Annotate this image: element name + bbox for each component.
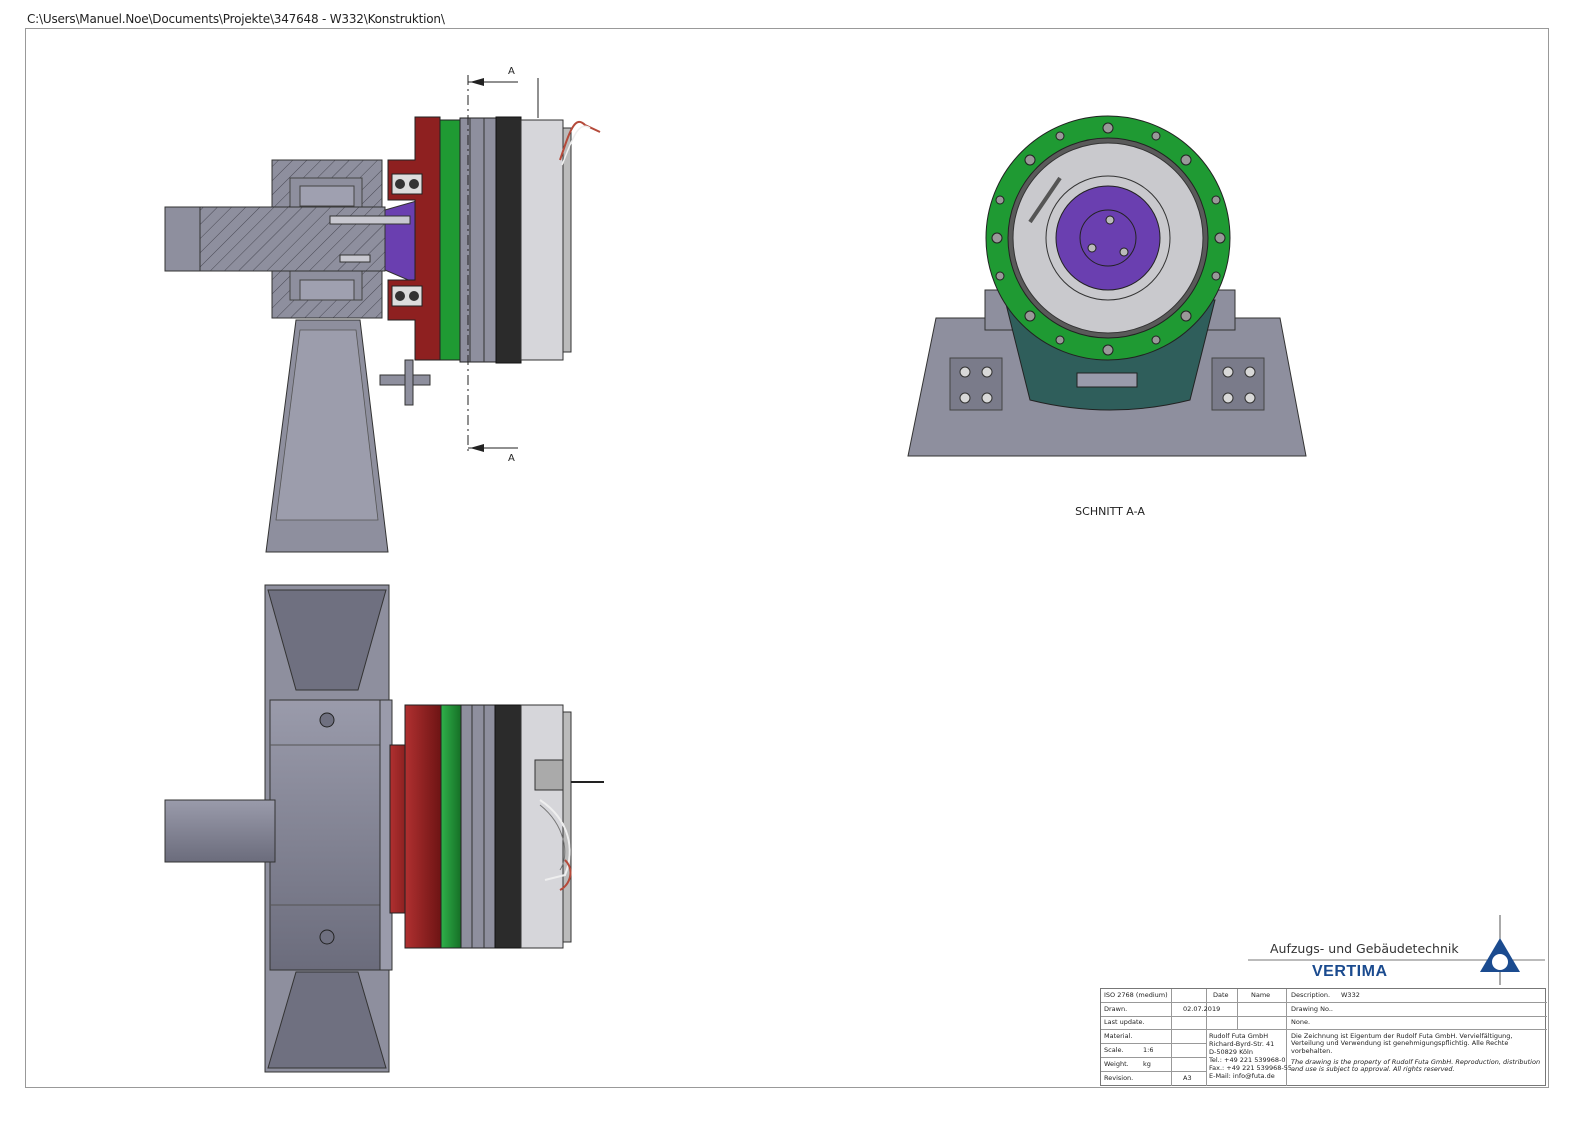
date-header: Date [1213,992,1229,999]
scale-label: Scale. [1104,1047,1124,1054]
description-label: Description. [1291,992,1331,999]
top-view [164,584,604,1073]
drawing-no-label: Drawing No.. [1291,1006,1333,1013]
company-line-6: E-Mail: info@futa.de [1209,1073,1275,1080]
revision-label: Revision. [1104,1075,1134,1082]
weight-label: Weight. [1104,1061,1129,1068]
title-block: ISO 2768 (medium) Date Name Description.… [1100,988,1547,1086]
company-line-4: Tel.: +49 221 539968-0 [1209,1057,1286,1064]
tolerance-label: ISO 2768 (medium) [1104,992,1168,999]
section-marker-top: A [508,66,515,77]
legal-note-de: Die Zeichnung ist Eigentum der Rudolf Fu… [1291,1033,1513,1055]
company-line-1: Rudolf Futa GmbH [1209,1033,1269,1040]
green-ring [439,119,461,361]
format-value: A3 [1183,1075,1192,1082]
description-value: W332 [1341,992,1360,999]
drawn-date: 02.07.2019 [1183,1006,1221,1013]
shaft-top [164,799,276,863]
scale-value: 1:6 [1143,1047,1154,1054]
weight-unit: kg [1143,1061,1151,1068]
cover [520,119,564,361]
section-title: SCHNITT A-A [1075,505,1145,518]
none-value: None. [1291,1019,1311,1026]
cover-top [520,704,564,949]
red-flange-top [404,704,442,949]
brake-disc [495,116,522,364]
brand-subtitle: Aufzugs- und Gebäudetechnik [1270,941,1459,956]
legal-note-en: The drawing is the property of Rudolf Fu… [1291,1059,1541,1074]
section-marker-bottom: A [508,453,515,464]
drawn-label: Drawn. [1104,1006,1128,1013]
front-view [907,115,1307,457]
company-line-3: D-50829 Köln [1209,1049,1253,1056]
company-line-2: Richard-Byrd-Str. 41 [1209,1041,1275,1048]
brand-name: VERTIMA [1312,963,1388,980]
name-header: Name [1251,992,1271,999]
company-line-5: Fax.: +49 221 539968-55 [1209,1065,1292,1072]
material-label: Material. [1104,1033,1133,1040]
last-update-label: Last update. [1104,1019,1145,1026]
section-view [164,75,601,553]
green-ring-top [440,704,462,949]
